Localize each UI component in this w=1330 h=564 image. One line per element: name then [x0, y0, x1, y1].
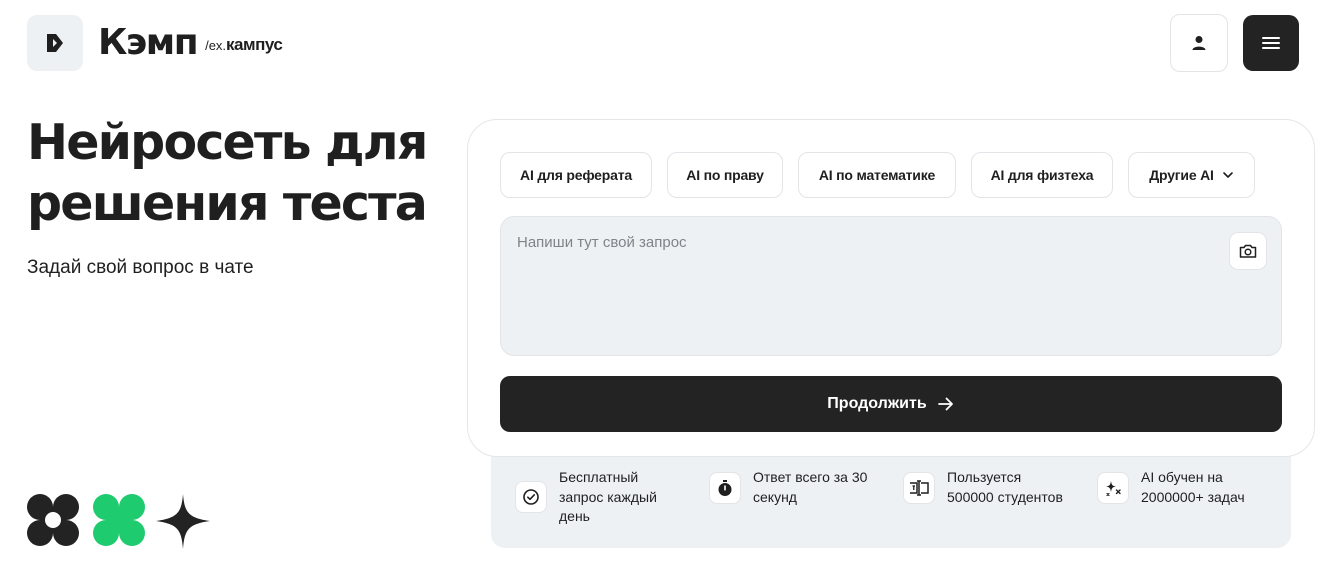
k-logo-icon [47, 34, 63, 52]
chip-ai-phystech[interactable]: AI для физтеха [971, 152, 1113, 198]
feature-students: Пользуется 500000 студентов [903, 468, 1063, 507]
camera-icon [1239, 244, 1257, 258]
feature-text: Пользуется 500000 студентов [947, 469, 1063, 505]
continue-button[interactable]: Продолжить [500, 376, 1282, 432]
decorative-shapes [27, 494, 210, 549]
feature-free-request: Бесплатный запрос каждый день [515, 468, 657, 527]
chevron-down-icon [1222, 171, 1234, 179]
feature-ai-trained: AI обучен на 2000000+ задач [1097, 468, 1245, 507]
feature-icon-box [903, 471, 935, 504]
chip-label: AI по праву [686, 167, 764, 183]
sparkles-icon [1106, 480, 1121, 496]
brand-sub-name: кампус [226, 35, 283, 54]
chip-ai-essay[interactable]: AI для реферата [500, 152, 652, 198]
chip-label: Другие AI [1149, 167, 1214, 183]
page-title: Нейросеть для решения теста [27, 114, 428, 232]
chip-label: AI для физтеха [990, 167, 1094, 183]
feature-icon-box [1097, 471, 1129, 504]
text-cursor-icon [910, 479, 929, 496]
feature-answer-time: Ответ всего за 30 секунд [709, 468, 867, 507]
camera-button[interactable] [1229, 232, 1267, 270]
green-clover-icon [93, 494, 145, 546]
chip-ai-math[interactable]: AI по математике [798, 152, 956, 198]
page-subtitle: Задай свой вопрос в чате [27, 257, 254, 278]
chat-card: AI для реферата AI по праву AI по матема… [467, 119, 1315, 457]
brand[interactable]: Кэмп /ex.кампус [98, 22, 283, 64]
check-circle-icon [523, 489, 539, 506]
menu-button[interactable] [1243, 15, 1299, 71]
feature-text: AI обучен на 2000000+ задач [1141, 469, 1245, 505]
query-placeholder: Напиши тут свой запрос [517, 234, 687, 251]
four-point-star-icon [156, 494, 210, 549]
brand-name: Кэмп [98, 22, 199, 63]
feature-text: Ответ всего за 30 секунд [753, 469, 868, 505]
brand-sub: /ex.кампус [205, 35, 283, 55]
brand-sub-prefix: /ex. [205, 38, 227, 53]
hamburger-menu-icon [1262, 37, 1280, 49]
chip-other-ai-dropdown[interactable]: Другие AI [1128, 152, 1255, 198]
user-icon [1192, 36, 1206, 50]
continue-label: Продолжить [827, 395, 927, 412]
user-button[interactable] [1170, 14, 1228, 72]
arrow-right-icon [937, 396, 955, 412]
feature-icon-box [709, 471, 741, 504]
stopwatch-icon [718, 479, 732, 496]
chip-ai-law[interactable]: AI по праву [667, 152, 783, 198]
chip-label: AI по математике [818, 167, 936, 183]
feature-icon-box [515, 481, 547, 514]
black-flower-icon [27, 494, 79, 546]
chip-label: AI для реферата [520, 167, 632, 183]
query-input[interactable]: Напиши тут свой запрос [500, 216, 1282, 356]
logo-button[interactable] [27, 15, 83, 71]
feature-text: Бесплатный запрос каждый день [559, 469, 657, 524]
